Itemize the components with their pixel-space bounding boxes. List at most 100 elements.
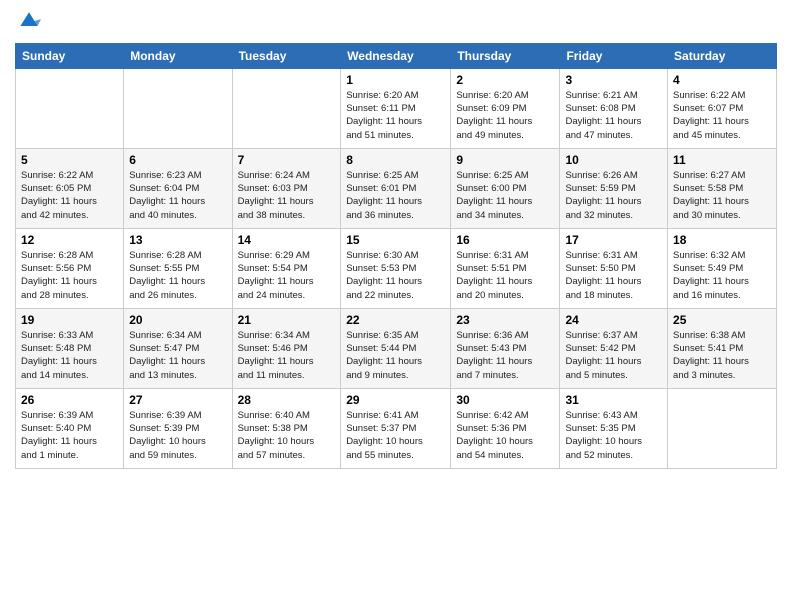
day-number: 16 — [456, 233, 554, 247]
day-cell: 7 Sunrise: 6:24 AM Sunset: 6:03 PM Daylig… — [232, 148, 341, 228]
day-info: Sunrise: 6:29 AM Sunset: 5:54 PM Dayligh… — [238, 249, 336, 302]
day-cell: 28 Sunrise: 6:40 AM Sunset: 5:38 PM Dayli… — [232, 388, 341, 468]
day-info: Sunrise: 6:35 AM Sunset: 5:44 PM Dayligh… — [346, 329, 445, 382]
day-info: Sunrise: 6:40 AM Sunset: 5:38 PM Dayligh… — [238, 409, 336, 462]
day-cell: 18 Sunrise: 6:32 AM Sunset: 5:49 PM Dayli… — [668, 228, 777, 308]
day-info: Sunrise: 6:22 AM Sunset: 6:07 PM Dayligh… — [673, 89, 771, 142]
day-cell: 24Sunrise: 6:37 AM Sunset: 5:42 PM Dayli… — [560, 308, 668, 388]
day-cell: 12 Sunrise: 6:28 AM Sunset: 5:56 PM Dayli… — [16, 228, 124, 308]
day-number: 7 — [238, 153, 336, 167]
day-number: 23 — [456, 313, 554, 327]
day-cell: 15 Sunrise: 6:30 AM Sunset: 5:53 PM Dayli… — [341, 228, 451, 308]
day-cell — [16, 68, 124, 148]
col-header-tuesday: Tuesday — [232, 43, 341, 68]
day-info: Sunrise: 6:31 AM Sunset: 5:51 PM Dayligh… — [456, 249, 554, 302]
day-number: 3 — [565, 73, 662, 87]
day-cell: 26 Sunrise: 6:39 AM Sunset: 5:40 PM Dayli… — [16, 388, 124, 468]
day-info: Sunrise: 6:39 AM Sunset: 5:40 PM Dayligh… — [21, 409, 118, 462]
day-info: Sunrise: 6:28 AM Sunset: 5:55 PM Dayligh… — [129, 249, 226, 302]
day-cell: 6 Sunrise: 6:23 AM Sunset: 6:04 PM Daylig… — [124, 148, 232, 228]
day-info: Sunrise: 6:39 AM Sunset: 5:39 PM Dayligh… — [129, 409, 226, 462]
day-cell — [232, 68, 341, 148]
col-header-monday: Monday — [124, 43, 232, 68]
week-row-5: 26 Sunrise: 6:39 AM Sunset: 5:40 PM Dayli… — [16, 388, 777, 468]
day-number: 21 — [238, 313, 336, 327]
day-info: Sunrise: 6:37 AM Sunset: 5:42 PM Dayligh… — [565, 329, 662, 382]
day-number: 25 — [673, 313, 771, 327]
day-cell — [668, 388, 777, 468]
day-number: 6 — [129, 153, 226, 167]
day-number: 12 — [21, 233, 118, 247]
day-info: Sunrise: 6:30 AM Sunset: 5:53 PM Dayligh… — [346, 249, 445, 302]
col-header-wednesday: Wednesday — [341, 43, 451, 68]
day-info: Sunrise: 6:34 AM Sunset: 5:47 PM Dayligh… — [129, 329, 226, 382]
day-info: Sunrise: 6:41 AM Sunset: 5:37 PM Dayligh… — [346, 409, 445, 462]
day-number: 11 — [673, 153, 771, 167]
day-info: Sunrise: 6:36 AM Sunset: 5:43 PM Dayligh… — [456, 329, 554, 382]
day-cell: 29 Sunrise: 6:41 AM Sunset: 5:37 PM Dayli… — [341, 388, 451, 468]
day-info: Sunrise: 6:43 AM Sunset: 5:35 PM Dayligh… — [565, 409, 662, 462]
day-info: Sunrise: 6:27 AM Sunset: 5:58 PM Dayligh… — [673, 169, 771, 222]
day-cell: 17 Sunrise: 6:31 AM Sunset: 5:50 PM Dayli… — [560, 228, 668, 308]
day-cell: 20 Sunrise: 6:34 AM Sunset: 5:47 PM Dayli… — [124, 308, 232, 388]
day-cell: 9 Sunrise: 6:25 AM Sunset: 6:00 PM Daylig… — [451, 148, 560, 228]
day-info: Sunrise: 6:32 AM Sunset: 5:49 PM Dayligh… — [673, 249, 771, 302]
day-cell: 11 Sunrise: 6:27 AM Sunset: 5:58 PM Dayli… — [668, 148, 777, 228]
week-row-3: 12 Sunrise: 6:28 AM Sunset: 5:56 PM Dayli… — [16, 228, 777, 308]
day-info: Sunrise: 6:26 AM Sunset: 5:59 PM Dayligh… — [565, 169, 662, 222]
col-header-saturday: Saturday — [668, 43, 777, 68]
day-number: 29 — [346, 393, 445, 407]
day-cell: 10 Sunrise: 6:26 AM Sunset: 5:59 PM Dayli… — [560, 148, 668, 228]
day-info: Sunrise: 6:20 AM Sunset: 6:09 PM Dayligh… — [456, 89, 554, 142]
main-container: SundayMondayTuesdayWednesdayThursdayFrid… — [0, 0, 792, 479]
day-cell: 8Sunrise: 6:25 AM Sunset: 6:01 PM Daylig… — [341, 148, 451, 228]
day-cell: 1 Sunrise: 6:20 AM Sunset: 6:11 PM Daylig… — [341, 68, 451, 148]
day-cell: 22 Sunrise: 6:35 AM Sunset: 5:44 PM Dayli… — [341, 308, 451, 388]
day-cell: 23 Sunrise: 6:36 AM Sunset: 5:43 PM Dayli… — [451, 308, 560, 388]
day-number: 18 — [673, 233, 771, 247]
day-cell: 16 Sunrise: 6:31 AM Sunset: 5:51 PM Dayli… — [451, 228, 560, 308]
day-number: 30 — [456, 393, 554, 407]
day-cell: 5 Sunrise: 6:22 AM Sunset: 6:05 PM Daylig… — [16, 148, 124, 228]
day-number: 19 — [21, 313, 118, 327]
day-info: Sunrise: 6:28 AM Sunset: 5:56 PM Dayligh… — [21, 249, 118, 302]
day-cell: 2 Sunrise: 6:20 AM Sunset: 6:09 PM Daylig… — [451, 68, 560, 148]
day-info: Sunrise: 6:34 AM Sunset: 5:46 PM Dayligh… — [238, 329, 336, 382]
day-number: 17 — [565, 233, 662, 247]
day-info: Sunrise: 6:38 AM Sunset: 5:41 PM Dayligh… — [673, 329, 771, 382]
day-number: 1 — [346, 73, 445, 87]
day-cell: 19Sunrise: 6:33 AM Sunset: 5:48 PM Dayli… — [16, 308, 124, 388]
day-info: Sunrise: 6:24 AM Sunset: 6:03 PM Dayligh… — [238, 169, 336, 222]
day-cell: 14 Sunrise: 6:29 AM Sunset: 5:54 PM Dayli… — [232, 228, 341, 308]
day-cell: 27Sunrise: 6:39 AM Sunset: 5:39 PM Dayli… — [124, 388, 232, 468]
calendar-table: SundayMondayTuesdayWednesdayThursdayFrid… — [15, 43, 777, 469]
day-info: Sunrise: 6:22 AM Sunset: 6:05 PM Dayligh… — [21, 169, 118, 222]
day-info: Sunrise: 6:23 AM Sunset: 6:04 PM Dayligh… — [129, 169, 226, 222]
day-number: 22 — [346, 313, 445, 327]
header — [15, 10, 777, 35]
logo — [15, 10, 41, 35]
day-info: Sunrise: 6:20 AM Sunset: 6:11 PM Dayligh… — [346, 89, 445, 142]
day-info: Sunrise: 6:25 AM Sunset: 6:01 PM Dayligh… — [346, 169, 445, 222]
day-number: 28 — [238, 393, 336, 407]
day-number: 5 — [21, 153, 118, 167]
day-cell: 13Sunrise: 6:28 AM Sunset: 5:55 PM Dayli… — [124, 228, 232, 308]
day-number: 9 — [456, 153, 554, 167]
logo-text — [15, 10, 41, 35]
day-number: 31 — [565, 393, 662, 407]
day-number: 2 — [456, 73, 554, 87]
day-cell: 3Sunrise: 6:21 AM Sunset: 6:08 PM Daylig… — [560, 68, 668, 148]
day-number: 20 — [129, 313, 226, 327]
day-number: 10 — [565, 153, 662, 167]
day-number: 26 — [21, 393, 118, 407]
day-info: Sunrise: 6:31 AM Sunset: 5:50 PM Dayligh… — [565, 249, 662, 302]
day-number: 15 — [346, 233, 445, 247]
day-info: Sunrise: 6:25 AM Sunset: 6:00 PM Dayligh… — [456, 169, 554, 222]
day-cell: 21 Sunrise: 6:34 AM Sunset: 5:46 PM Dayli… — [232, 308, 341, 388]
week-row-4: 19Sunrise: 6:33 AM Sunset: 5:48 PM Dayli… — [16, 308, 777, 388]
week-row-2: 5 Sunrise: 6:22 AM Sunset: 6:05 PM Daylig… — [16, 148, 777, 228]
day-number: 4 — [673, 73, 771, 87]
day-cell: 31 Sunrise: 6:43 AM Sunset: 5:35 PM Dayli… — [560, 388, 668, 468]
day-number: 14 — [238, 233, 336, 247]
day-cell: 30Sunrise: 6:42 AM Sunset: 5:36 PM Dayli… — [451, 388, 560, 468]
